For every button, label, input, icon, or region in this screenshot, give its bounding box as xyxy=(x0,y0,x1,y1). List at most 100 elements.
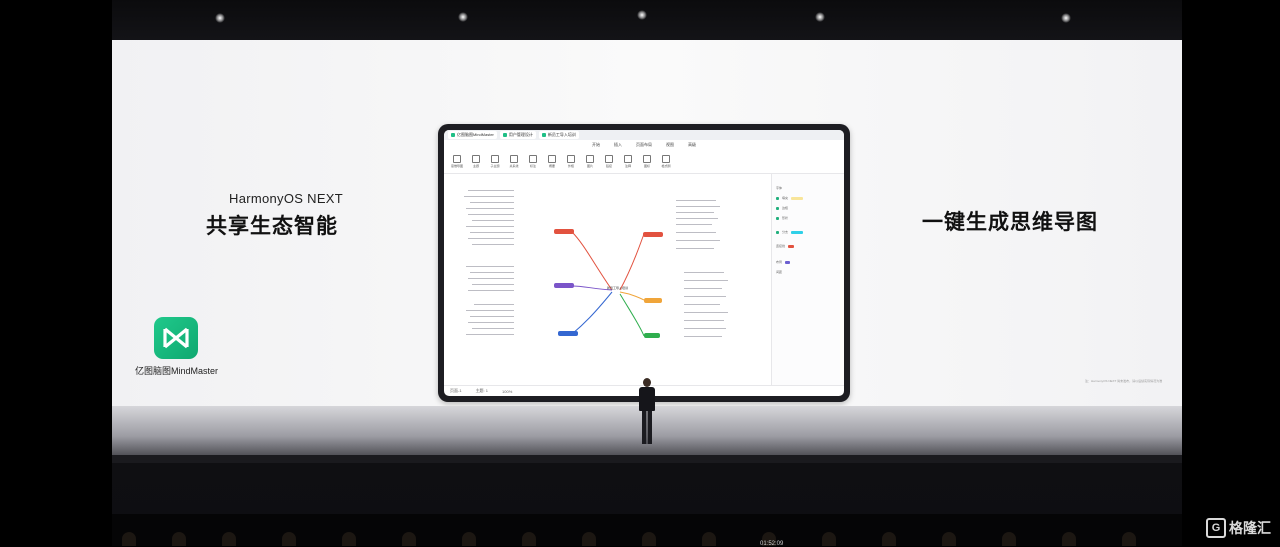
tool-button[interactable]: 概要 xyxy=(545,154,559,168)
mindmap-leaf[interactable] xyxy=(684,304,720,305)
mindmap-leaf[interactable] xyxy=(684,312,728,313)
mindmap-canvas[interactable]: 新员工导入培训 xyxy=(444,174,768,386)
checkbox-icon[interactable] xyxy=(776,230,779,234)
mindmap-leaf[interactable] xyxy=(676,248,714,249)
mindmap-leaf[interactable] xyxy=(466,226,514,227)
mindmap-branch-node[interactable] xyxy=(554,283,574,288)
tool-button[interactable]: 子主题 xyxy=(488,154,502,168)
mindmap-branch-node[interactable] xyxy=(644,333,660,338)
tool-button[interactable]: 外框 xyxy=(564,154,578,168)
panel-row[interactable]: 边框 xyxy=(776,206,840,210)
audience-head xyxy=(1062,532,1076,546)
mindmap-leaf[interactable] xyxy=(676,240,720,241)
tool-button[interactable]: 图片 xyxy=(583,154,597,168)
ceiling-lights xyxy=(112,0,1182,40)
tool-button[interactable]: 注释 xyxy=(621,154,635,168)
mindmap-leaf[interactable] xyxy=(676,224,712,225)
checkbox-icon[interactable] xyxy=(776,196,779,200)
mindmap-leaf[interactable] xyxy=(468,190,514,191)
mindmap-leaf[interactable] xyxy=(684,280,728,281)
mindmap-leaf[interactable] xyxy=(684,296,726,297)
mindmap-central-topic[interactable]: 新员工导入培训 xyxy=(607,286,628,290)
mindmap-leaf[interactable] xyxy=(468,214,514,215)
spotlight xyxy=(815,12,825,22)
audience-head xyxy=(582,532,596,546)
tool-button[interactable]: 关系线 xyxy=(507,154,521,168)
mindmap-branch-node[interactable] xyxy=(554,229,574,234)
mindmap-leaf[interactable] xyxy=(464,196,514,197)
audience-head xyxy=(282,532,296,546)
mindmap-leaf[interactable] xyxy=(466,208,514,209)
mindmap-leaf[interactable] xyxy=(676,200,716,201)
ribbon-toolbar: 思维导图 主题 子主题 关系线 标注 概要 外框 图片 链接 注释 图标 格式刷 xyxy=(444,149,844,174)
mindmap-leaf[interactable] xyxy=(676,232,716,233)
subtopic-icon xyxy=(491,154,499,163)
tablet-screen: 亿图脑图MindMaster 用户管理设计 新员工导入培训 开始 插入 页面布局… xyxy=(444,130,844,396)
mindmap-leaf[interactable] xyxy=(676,218,718,219)
color-swatch[interactable] xyxy=(788,244,795,248)
panel-row[interactable]: 间距 xyxy=(776,270,840,274)
mindmap-leaf[interactable] xyxy=(466,310,514,311)
mindmap-leaf[interactable] xyxy=(466,334,514,335)
format-painter-icon xyxy=(662,154,670,163)
mindmap-branch-node[interactable] xyxy=(643,232,663,237)
document-tab[interactable]: 新员工导入培训 xyxy=(538,131,579,139)
menu-insert[interactable]: 插入 xyxy=(614,142,622,148)
menu-start[interactable]: 开始 xyxy=(592,142,600,148)
presenter-head xyxy=(643,378,651,387)
mindmap-leaf[interactable] xyxy=(470,316,514,317)
panel-row[interactable]: 分支 xyxy=(776,230,840,234)
document-tab[interactable]: 亿图脑图MindMaster xyxy=(448,131,497,139)
tool-button[interactable]: 思维导图 xyxy=(450,154,464,168)
checkbox-icon[interactable] xyxy=(776,216,779,220)
panel-row[interactable]: 连接线 xyxy=(776,244,840,248)
mindmap-leaf[interactable] xyxy=(472,244,514,245)
mindmap-leaf[interactable] xyxy=(684,328,726,329)
menu-view[interactable]: 视图 xyxy=(666,142,674,148)
mindmap-leaf[interactable] xyxy=(468,322,514,323)
menu-advanced[interactable]: 高级 xyxy=(688,142,696,148)
tool-button[interactable]: 链接 xyxy=(602,154,616,168)
panel-row[interactable]: 字体 xyxy=(776,186,840,190)
color-swatch[interactable] xyxy=(785,260,791,264)
mindmap-leaf[interactable] xyxy=(684,272,724,273)
zoom-level[interactable]: 100% xyxy=(502,389,512,394)
mindmap-leaf[interactable] xyxy=(470,202,514,203)
mindmap-branch-node[interactable] xyxy=(558,331,578,336)
mindmap-leaf[interactable] xyxy=(466,266,514,267)
checkbox-icon[interactable] xyxy=(776,206,779,210)
mindmap-leaf[interactable] xyxy=(470,232,514,233)
tool-button[interactable]: 标注 xyxy=(526,154,540,168)
mindmap-branch-node[interactable] xyxy=(644,298,662,303)
tool-button[interactable]: 格式刷 xyxy=(659,154,673,168)
mindmap-leaf[interactable] xyxy=(468,290,514,291)
panel-row[interactable]: 填充 xyxy=(776,196,840,200)
presenter-body xyxy=(639,387,655,411)
tool-button[interactable]: 图标 xyxy=(640,154,654,168)
tool-button[interactable]: 主题 xyxy=(469,154,483,168)
mindmap-leaf[interactable] xyxy=(676,212,714,213)
watermark: G 格隆汇 xyxy=(1206,518,1271,538)
mindmap-leaf[interactable] xyxy=(472,220,514,221)
mindmap-leaf[interactable] xyxy=(468,238,514,239)
mindmap-leaf[interactable] xyxy=(468,278,514,279)
spotlight xyxy=(215,13,225,23)
document-tab[interactable]: 用户管理设计 xyxy=(499,131,536,139)
mindmap-leaf[interactable] xyxy=(472,284,514,285)
mindmap-leaf[interactable] xyxy=(676,206,720,207)
mindmap-leaf[interactable] xyxy=(684,288,722,289)
color-swatch[interactable] xyxy=(791,230,804,234)
menu-layout[interactable]: 页面布局 xyxy=(636,142,652,148)
mindmap-leaf[interactable] xyxy=(472,328,514,329)
audience-head xyxy=(462,532,476,546)
page-indicator[interactable]: 页面-1 xyxy=(450,388,462,394)
color-swatch[interactable] xyxy=(791,196,804,200)
link-icon xyxy=(605,154,613,163)
mindmap-leaf[interactable] xyxy=(474,304,514,305)
panel-row[interactable]: 形状 xyxy=(776,216,840,220)
mindmap-leaf[interactable] xyxy=(684,336,722,337)
mindmap-leaf[interactable] xyxy=(470,272,514,273)
panel-row[interactable]: 布局 xyxy=(776,260,840,264)
mindmap-leaf[interactable] xyxy=(684,320,724,321)
audience-head xyxy=(222,532,236,546)
